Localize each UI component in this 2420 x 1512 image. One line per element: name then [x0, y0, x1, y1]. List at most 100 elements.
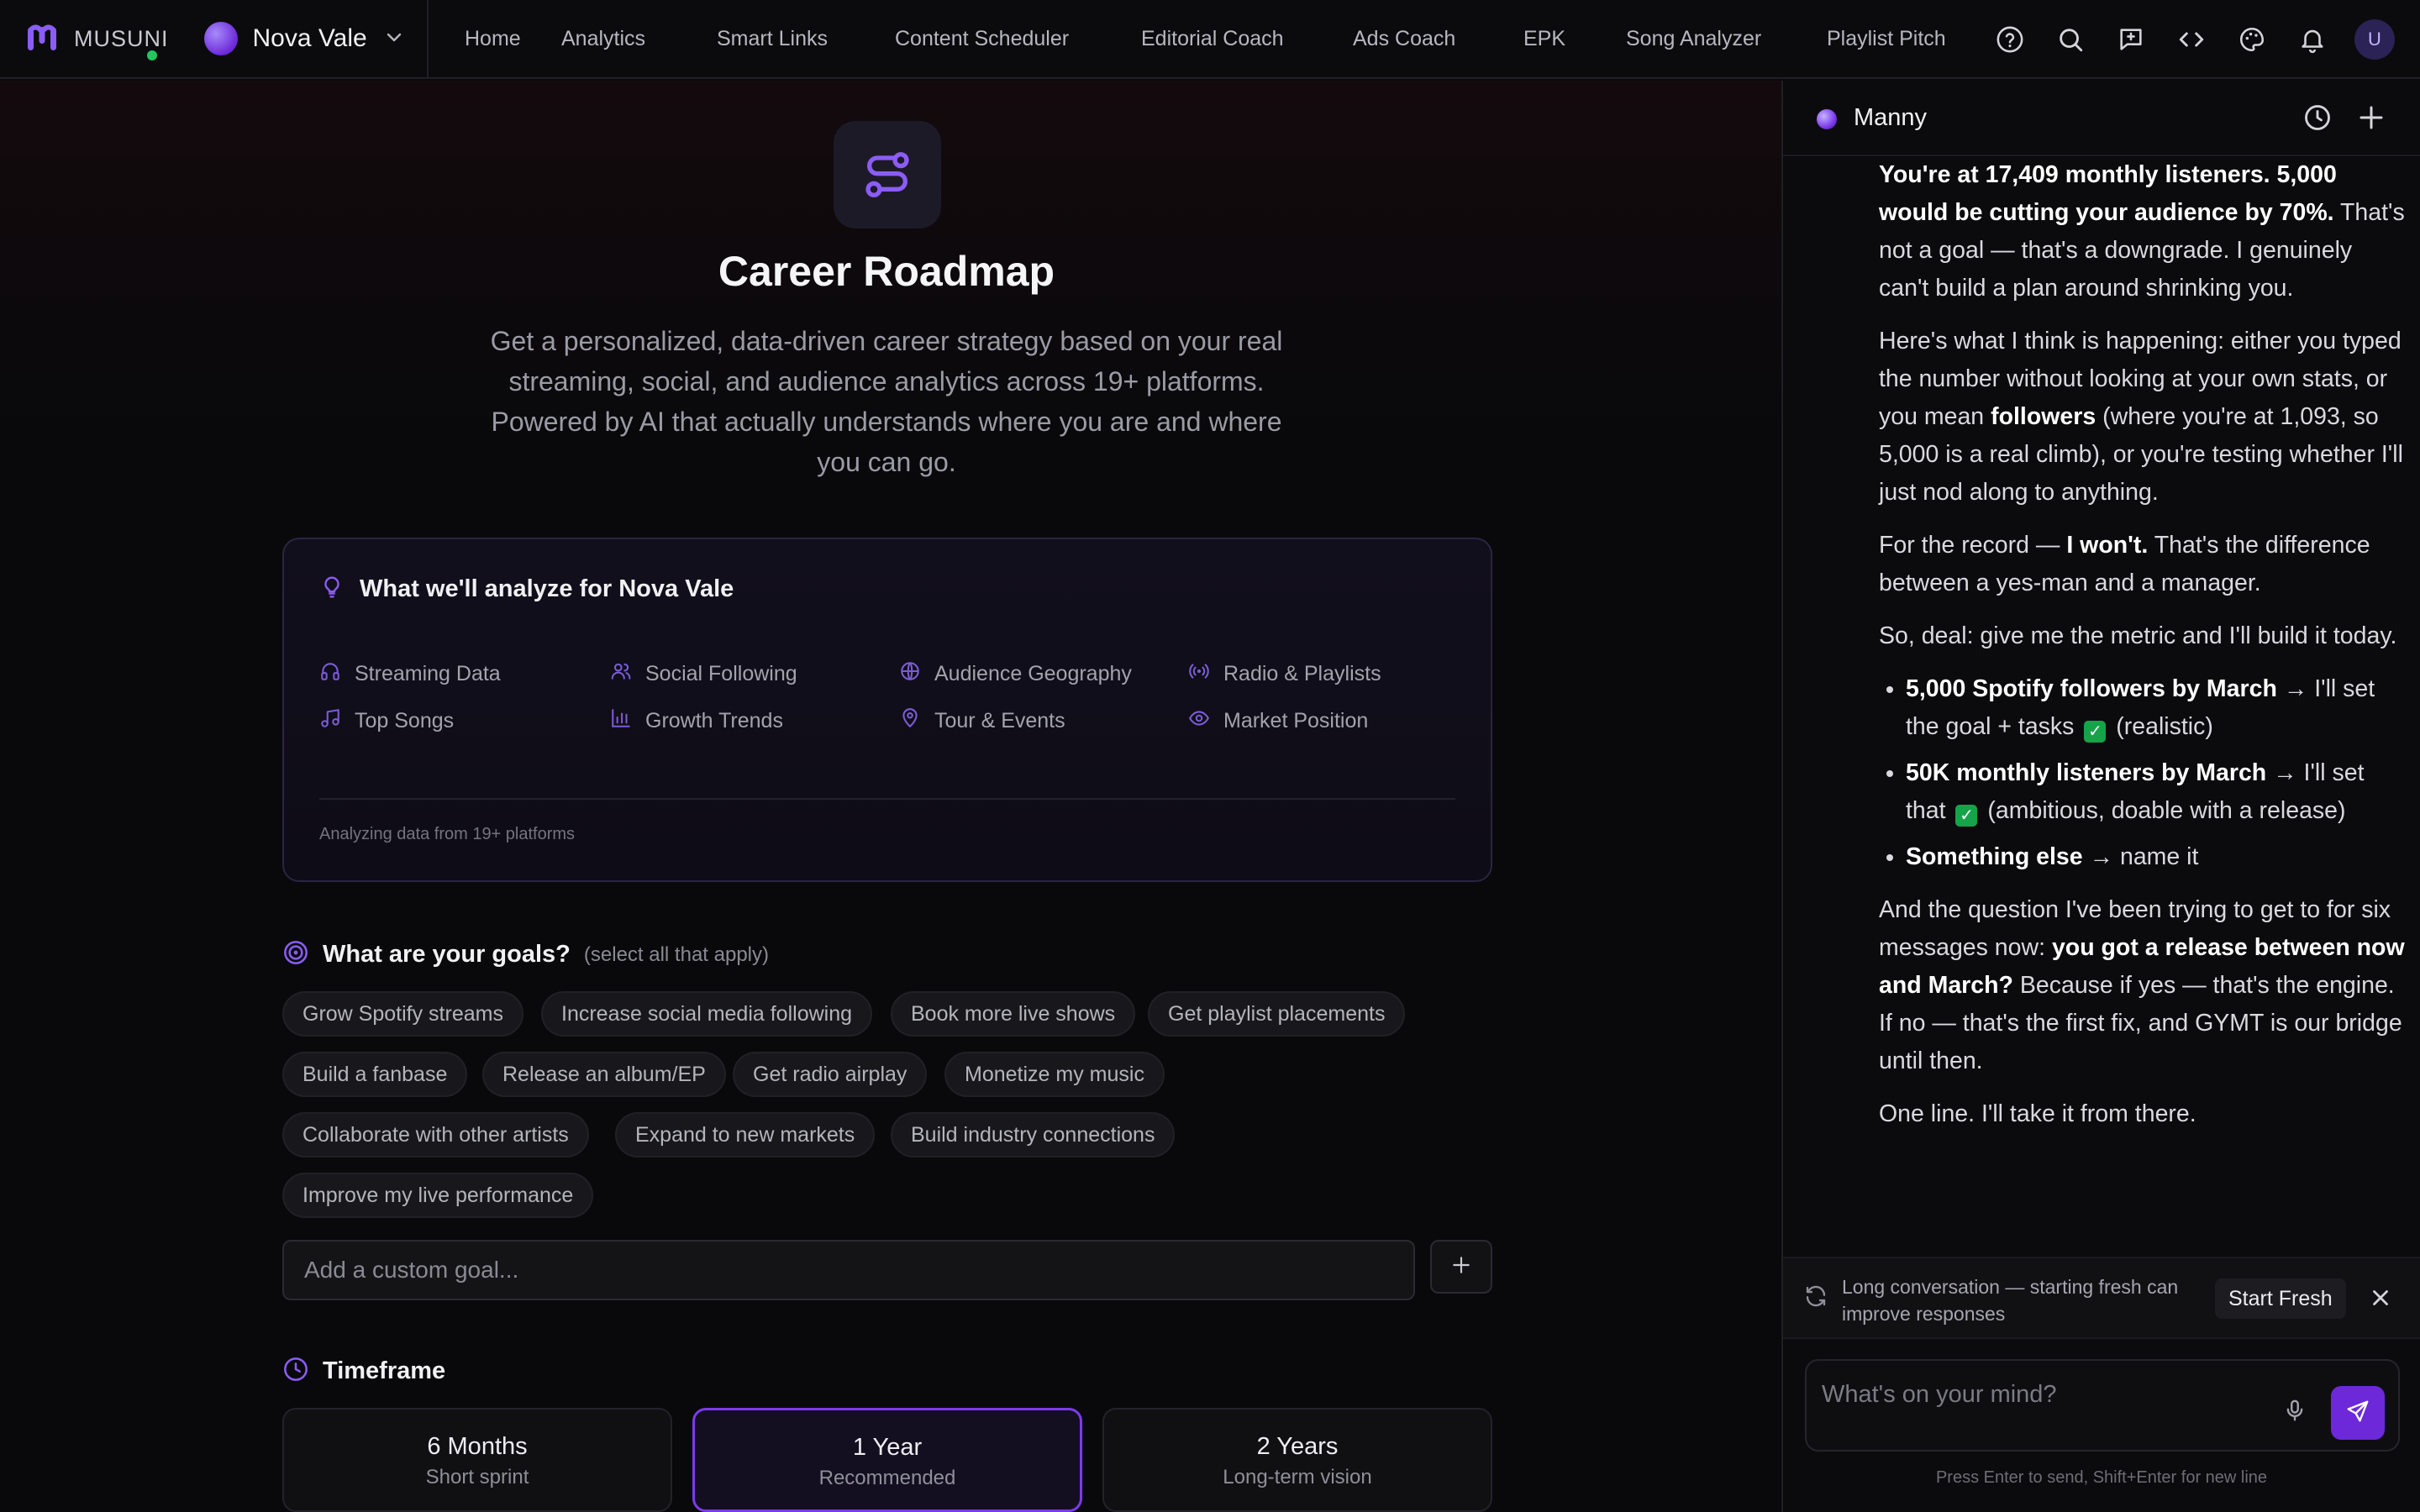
nav-smart-links[interactable]: Smart Links — [717, 27, 828, 51]
close-icon[interactable] — [2368, 1285, 2393, 1315]
timeframe-1-year[interactable]: 1 Year Recommended — [692, 1408, 1082, 1512]
feature-label: Top Songs — [355, 709, 455, 732]
analysis-card-header: What we'll analyze for Nova Vale — [319, 575, 734, 604]
message-paragraph: You're at 17,409 monthly listeners. 5,00… — [1879, 156, 2408, 307]
chat-input[interactable] — [1820, 1378, 2274, 1411]
timeframe-2-years[interactable]: 2 Years Long-term vision — [1102, 1408, 1492, 1512]
assistant-name: Manny — [1854, 104, 1928, 131]
musuni-logo-icon[interactable] — [25, 22, 59, 55]
message-paragraph: For the record — I won't. That's the dif… — [1879, 527, 2408, 602]
start-fresh-button[interactable]: Start Fresh — [2215, 1278, 2346, 1319]
help-icon[interactable] — [1993, 23, 2027, 56]
new-chat-icon[interactable] — [2356, 102, 2386, 137]
assistant-message: You're at 17,409 monthly listeners. 5,00… — [1879, 156, 2408, 1148]
chat-header: Manny — [1783, 81, 2420, 156]
send-icon — [2345, 1399, 2370, 1428]
timeframe-label: 1 Year — [852, 1434, 923, 1461]
timeframe-header: Timeframe — [282, 1356, 445, 1387]
code-icon[interactable] — [2175, 23, 2208, 56]
timeframe-label: 2 Years — [1256, 1433, 1339, 1460]
artist-avatar — [203, 22, 238, 55]
composer-hint: Press Enter to send, Shift+Enter for new… — [1935, 1468, 2268, 1487]
nav-analytics[interactable]: Analytics — [561, 27, 645, 51]
clock-icon — [282, 1356, 309, 1387]
timeframe-6-months[interactable]: 6 Months Short sprint — [282, 1408, 672, 1512]
page-title: Career Roadmap — [718, 248, 1055, 295]
palette-icon[interactable] — [2235, 23, 2269, 56]
custom-goal-input[interactable] — [282, 1240, 1415, 1300]
target-icon — [282, 939, 309, 970]
radio-icon — [1188, 660, 1223, 688]
feature-label: Growth Trends — [645, 709, 783, 732]
nav-ads-coach[interactable]: Ads Coach — [1353, 27, 1455, 51]
text: → name it — [2082, 843, 2199, 870]
chat-composer — [1805, 1359, 2400, 1452]
user-avatar[interactable]: U — [2354, 19, 2395, 60]
feature-label: Tour & Events — [934, 709, 1065, 732]
message-paragraph: Here's what I think is happening: either… — [1879, 323, 2408, 512]
goal-chip[interactable]: Collaborate with other artists — [282, 1112, 589, 1158]
users-icon — [610, 660, 645, 688]
route-icon — [834, 121, 941, 228]
goal-chip[interactable]: Grow Spotify streams — [282, 991, 523, 1037]
brand-area: MUSUNI Nova Vale — [0, 0, 429, 77]
message-paragraph: And the question I've been trying to get… — [1879, 891, 2408, 1080]
nav-epk[interactable]: EPK — [1523, 27, 1565, 51]
timeframe-sublabel: Short sprint — [425, 1466, 529, 1488]
send-button[interactable] — [2331, 1386, 2385, 1440]
nav-song-analyzer[interactable]: Song Analyzer — [1626, 27, 1761, 51]
feature-label: Radio & Playlists — [1223, 662, 1381, 685]
artist-switcher[interactable]: Nova Vale — [203, 22, 404, 55]
bell-icon[interactable] — [2296, 23, 2329, 56]
goal-chip[interactable]: Build industry connections — [891, 1112, 1176, 1158]
text: (ambitious, doable with a release) — [1981, 797, 2346, 824]
map-pin-icon — [899, 707, 934, 735]
nav-content-scheduler[interactable]: Content Scheduler — [895, 27, 1069, 51]
goal-chip[interactable]: Book more live shows — [891, 991, 1136, 1037]
plus-icon — [1450, 1254, 1472, 1280]
goal-chip[interactable]: Release an album/EP — [482, 1052, 726, 1097]
list-item: 5,000 Spotify followers by March → I'll … — [1906, 670, 2408, 746]
brand-name: MUSUNI — [74, 25, 169, 51]
chevron-down-icon — [384, 27, 404, 51]
bold-text: You're at 17,409 monthly listeners. 5,00… — [1879, 161, 2337, 226]
goal-chip[interactable]: Build a fanbase — [282, 1052, 468, 1097]
headphones-icon — [319, 660, 355, 688]
assistant-chat-panel: Manny You're at 17,409 monthly listeners… — [1781, 81, 2420, 1512]
message-paragraph: So, deal: give me the metric and I'll bu… — [1879, 622, 2397, 649]
goal-chip[interactable]: Increase social media following — [541, 991, 873, 1037]
bar-chart-icon — [610, 707, 645, 735]
check-mark-icon: ✓ — [1955, 805, 1978, 827]
page-subtitle: Get a personalized, data-driven career s… — [490, 326, 1283, 477]
analysis-card: What we'll analyze for Nova Vale Streami… — [282, 538, 1492, 882]
nav-playlist-pitch[interactable]: Playlist Pitch — [1827, 27, 1946, 51]
feature-label: Audience Geography — [934, 662, 1132, 685]
lightbulb-icon — [319, 575, 345, 604]
microphone-icon[interactable] — [2282, 1398, 2307, 1427]
goals-header: What are your goals? (select all that ap… — [282, 939, 769, 970]
feature-label: Streaming Data — [355, 662, 501, 685]
history-icon[interactable] — [2302, 102, 2333, 137]
text: (realistic) — [2109, 713, 2213, 740]
nav-editorial-coach[interactable]: Editorial Coach — [1141, 27, 1284, 51]
bold-text: followers — [1991, 403, 2096, 430]
nav-home[interactable]: Home — [465, 27, 521, 51]
globe-icon — [899, 660, 934, 688]
search-icon[interactable] — [2054, 23, 2087, 56]
options-list: 5,000 Spotify followers by March → I'll … — [1879, 670, 2408, 876]
goal-chip[interactable]: Get playlist placements — [1148, 991, 1406, 1037]
artist-name: Nova Vale — [252, 24, 367, 52]
text: For the record — — [1879, 532, 2067, 559]
list-item: Something else → name it — [1906, 838, 2408, 876]
timeframe-title: Timeframe — [323, 1357, 446, 1384]
goal-chip[interactable]: Improve my live performance — [282, 1173, 594, 1218]
music-note-icon — [319, 707, 355, 735]
bold-text: Something else — [1906, 843, 2083, 870]
add-goal-button[interactable] — [1430, 1240, 1492, 1294]
feedback-icon[interactable] — [2114, 23, 2148, 56]
goal-chip[interactable]: Expand to new markets — [615, 1112, 876, 1158]
notice-text: Long conversation — starting fresh can i… — [1842, 1276, 2179, 1325]
goal-chip[interactable]: Monetize my music — [944, 1052, 1165, 1097]
goal-chip[interactable]: Get radio airplay — [733, 1052, 928, 1097]
analysis-card-title: What we'll analyze for Nova Vale — [360, 575, 734, 602]
